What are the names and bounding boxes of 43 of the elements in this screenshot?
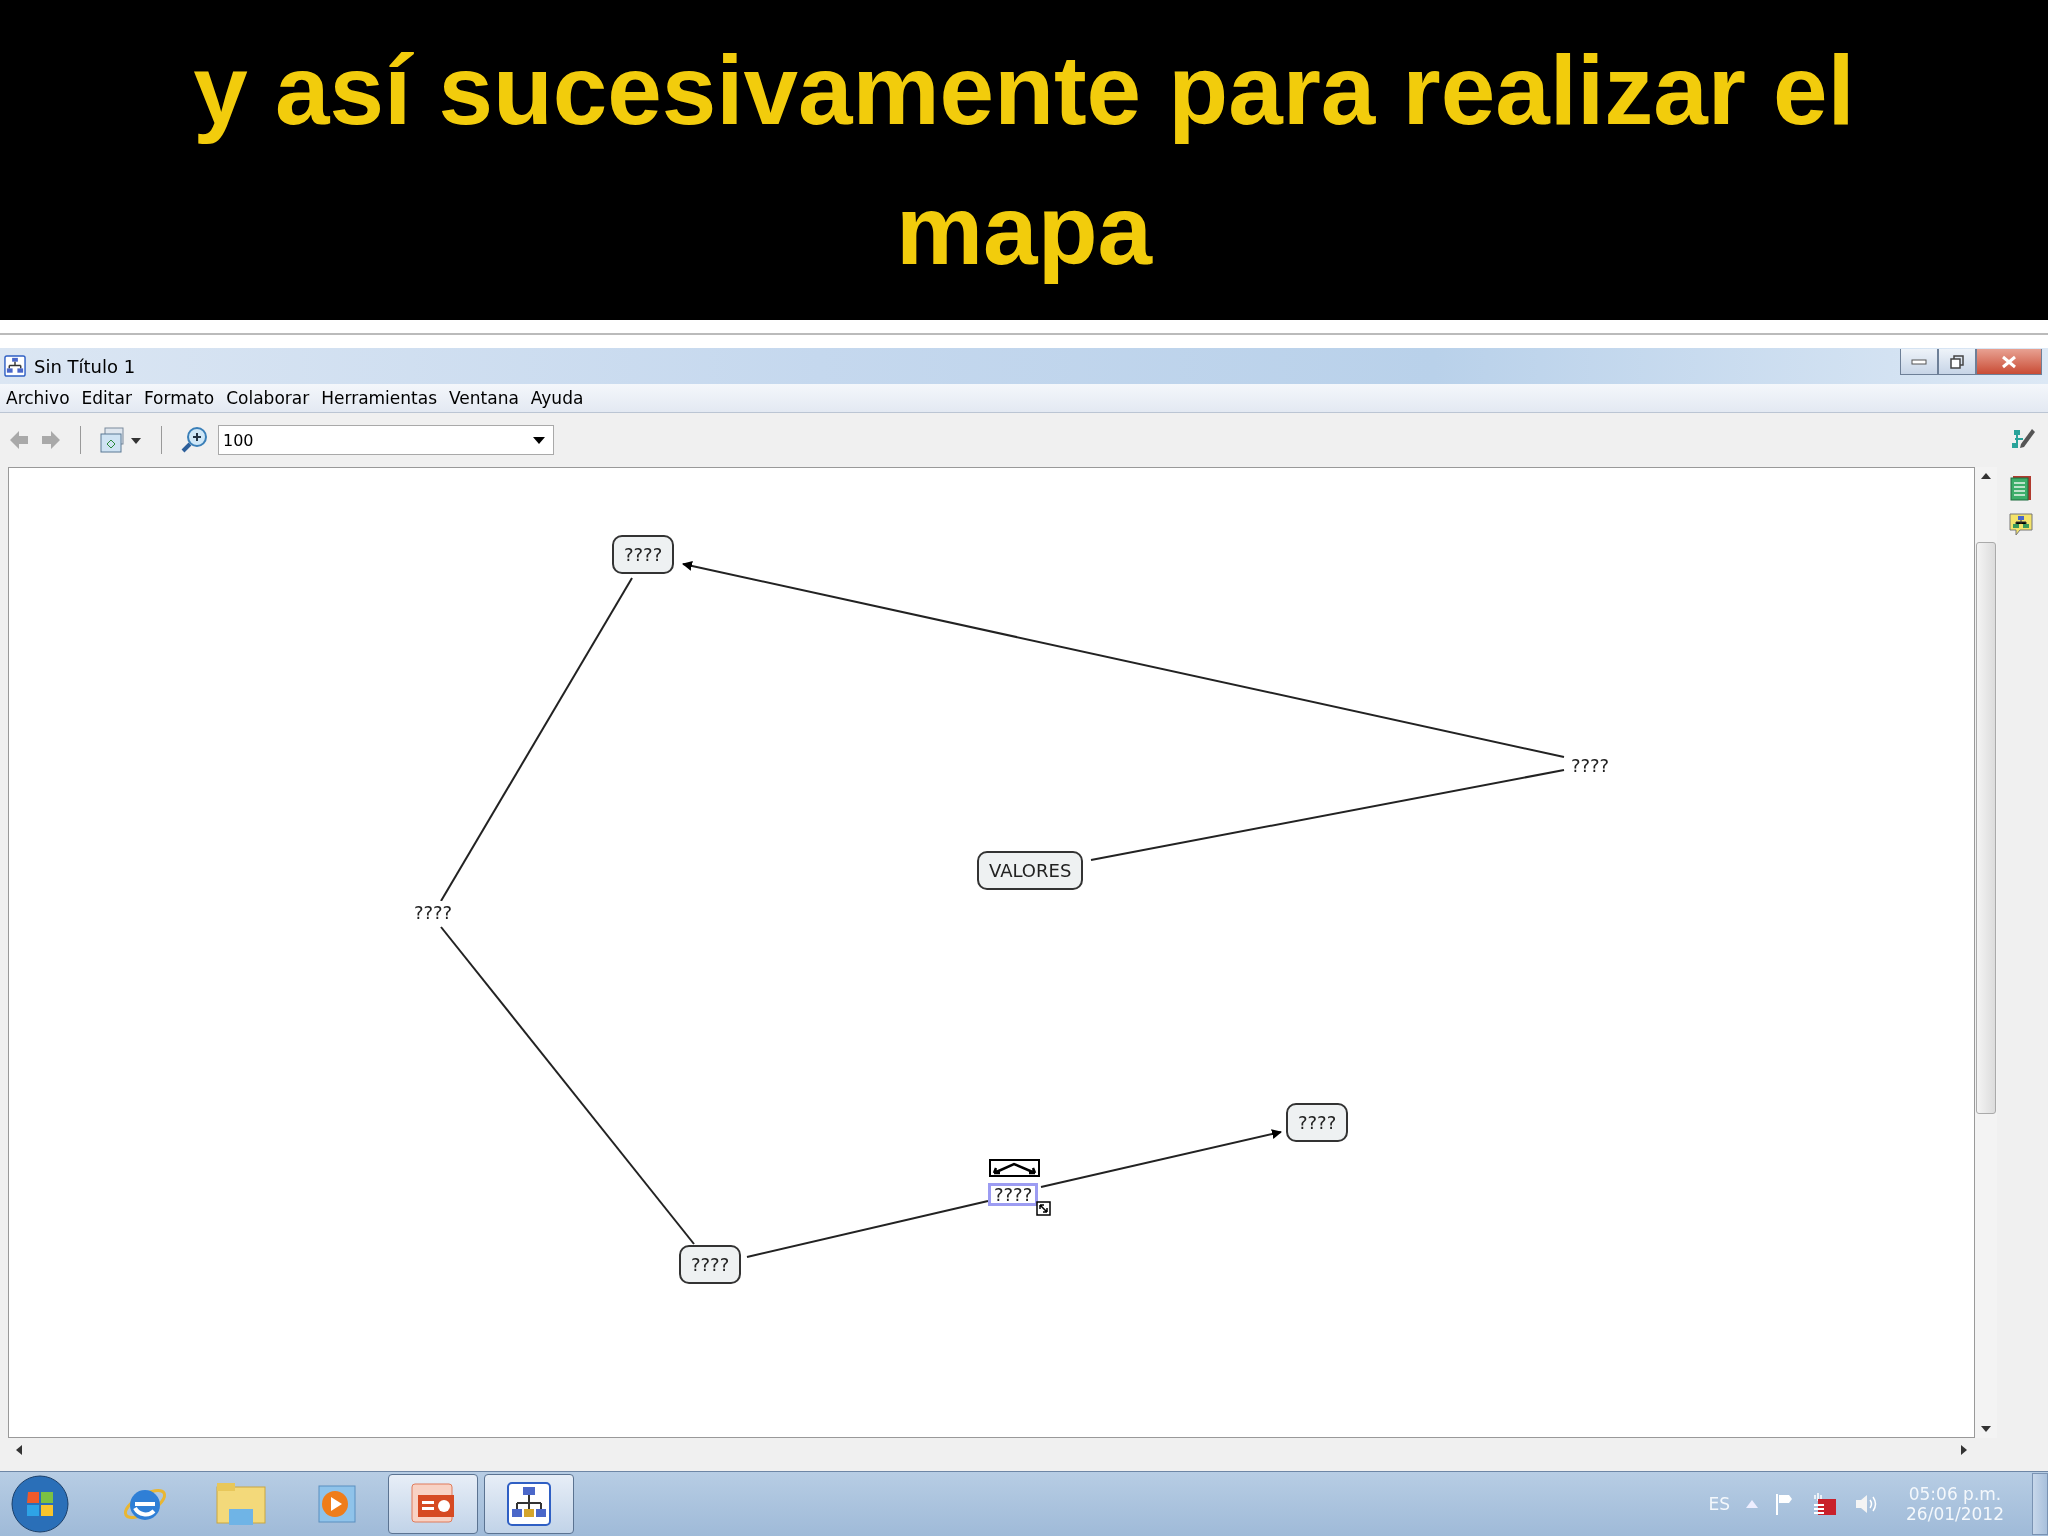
clock-date: 26/01/2012 (1906, 1504, 2004, 1524)
link-handle-icon[interactable] (989, 1159, 1040, 1177)
menu-item[interactable]: Archivo (6, 388, 70, 408)
concept-map-app-icon (4, 355, 26, 377)
document-icon[interactable] (2010, 475, 2032, 501)
close-button[interactable] (1976, 349, 2042, 375)
zoom-combobox[interactable]: 100 (218, 425, 554, 455)
taskbar-button[interactable] (484, 1474, 574, 1534)
views-dropdown-icon[interactable] (99, 426, 143, 454)
linking-phrase[interactable]: ???? (988, 1183, 1039, 1206)
start-button-icon[interactable] (10, 1474, 70, 1534)
restore-icon (1950, 354, 1964, 369)
concept-map-app-icon (506, 1481, 552, 1527)
concept-node[interactable]: ???? (612, 535, 675, 574)
folder-icon (215, 1481, 267, 1527)
scroll-up-icon[interactable] (1981, 473, 1991, 479)
scroll-right-icon[interactable] (1961, 1445, 1967, 1455)
chat-map-icon[interactable] (2008, 511, 2034, 537)
taskbar-button[interactable] (388, 1474, 478, 1534)
concept-node[interactable]: ???? (679, 1245, 742, 1284)
menu-item[interactable]: Formato (143, 388, 215, 408)
resize-handle-icon[interactable] (1036, 1201, 1051, 1216)
scroll-left-icon[interactable] (16, 1445, 22, 1455)
network-icon[interactable] (1812, 1491, 1838, 1517)
menu-item[interactable]: Colaborar (226, 388, 310, 408)
menu-item[interactable]: Ventana (449, 388, 519, 408)
map-canvas[interactable]: ???? ???? VALORES ???? ???? ???? ???? (8, 467, 1975, 1438)
clock-time: 05:06 p.m. (1908, 1484, 2002, 1504)
minimize-button[interactable] (1900, 349, 1938, 375)
slide-title: y así sucesivamente para realizar el mapa (192, 34, 1856, 287)
concept-node[interactable]: VALORES (977, 851, 1084, 890)
menu-item[interactable]: Editar (81, 388, 132, 408)
window-title: Sin Título 1 (34, 355, 137, 377)
menu-item[interactable]: Ayuda (530, 388, 584, 408)
concept-node[interactable]: ???? (1286, 1103, 1349, 1142)
caret-down-icon[interactable] (533, 436, 545, 444)
zoom-in-icon[interactable] (180, 426, 208, 454)
restore-button[interactable] (1938, 349, 1976, 375)
scroll-down-icon[interactable] (1981, 1426, 1991, 1432)
minimize-icon (1911, 358, 1927, 365)
media-player-icon (315, 1482, 359, 1526)
close-icon (2001, 354, 2017, 369)
menu-item[interactable]: Herramientas (321, 388, 437, 408)
